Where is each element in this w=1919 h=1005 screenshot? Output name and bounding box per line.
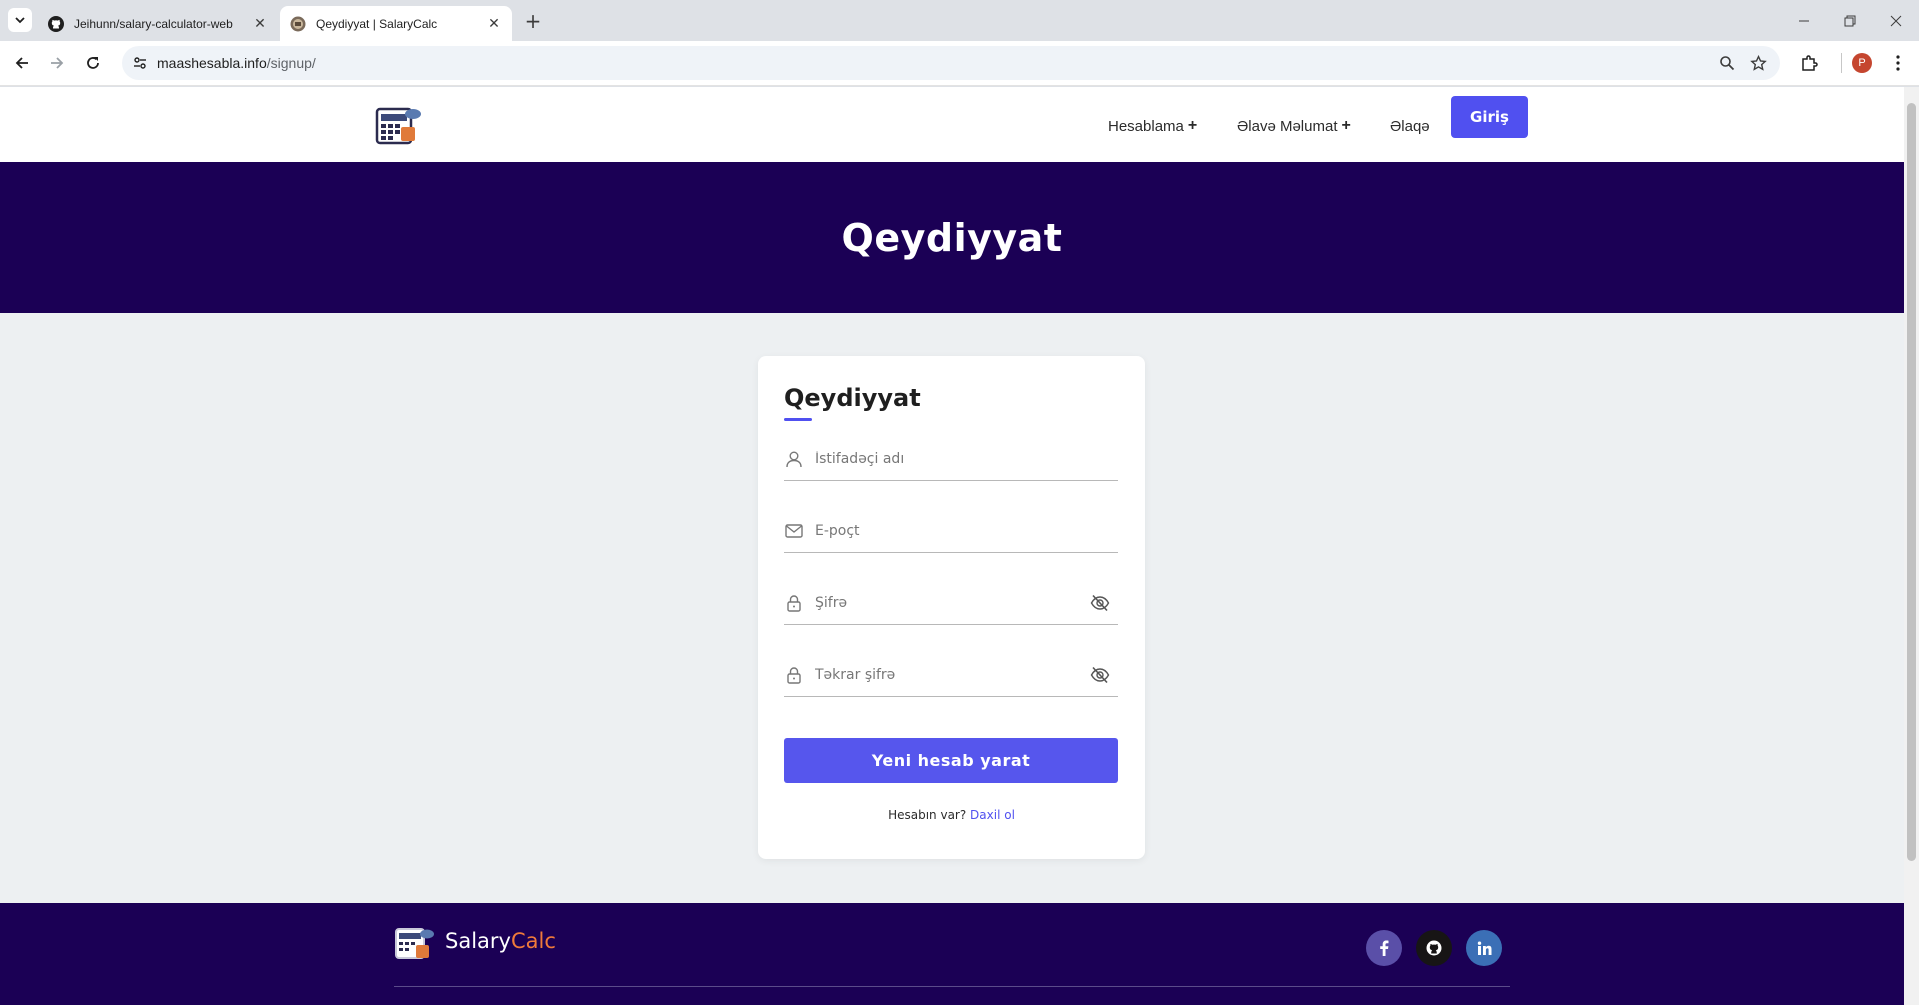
username-field <box>784 437 1118 481</box>
create-account-button[interactable]: Yeni hesab yarat <box>784 738 1118 783</box>
url-path: /signup/ <box>266 55 316 71</box>
chevron-down-icon <box>15 17 25 24</box>
username-input[interactable] <box>815 445 1075 473</box>
minimize-icon <box>1799 20 1809 21</box>
footer-divider <box>394 986 1510 987</box>
salarycalc-favicon <box>290 16 306 31</box>
tab-salarycalc[interactable]: Qeydiyyat | SalaryCalc ✕ <box>280 6 512 41</box>
have-account-line: Hesabın var? Daxil ol <box>758 808 1145 822</box>
site-header: Hesablama + Əlavə Məlumat + Əlaqə Giriş <box>0 87 1904 162</box>
github-icon <box>1426 940 1442 956</box>
plus-icon: + <box>1187 117 1198 134</box>
eye-off-icon[interactable] <box>1090 665 1110 685</box>
title-underline <box>784 418 812 421</box>
close-tab-icon[interactable]: ✕ <box>486 15 502 32</box>
tab-search-button[interactable] <box>8 8 32 32</box>
site-info-icon[interactable] <box>132 55 148 71</box>
restore-icon <box>1844 15 1856 26</box>
lock-icon <box>784 593 804 613</box>
form-title: Qeydiyyat <box>784 384 921 412</box>
signup-card: Qeydiyyat İstifadəçi adı E-poçt Yeni hes… <box>758 356 1145 859</box>
page-scrollbar[interactable] <box>1904 87 1919 1005</box>
nav-elaqe-label: Əlaqə <box>1390 117 1430 135</box>
restore-button[interactable] <box>1827 0 1873 41</box>
password-field <box>784 581 1118 625</box>
login-link[interactable]: Daxil ol <box>970 808 1015 822</box>
page-hero: Qeydiyyat <box>0 162 1904 313</box>
browser-toolbar: maashesabla.info/signup/ P <box>0 41 1919 86</box>
tab-github[interactable]: Jeihunn/salary-calculator-web ✕ <box>38 6 278 41</box>
extensions-button[interactable] <box>1797 51 1821 75</box>
github-link[interactable] <box>1416 930 1452 966</box>
more-vertical-icon <box>1896 55 1900 71</box>
page-viewport: Hesablama + Əlavə Məlumat + Əlaqə Giriş … <box>0 87 1919 1005</box>
profile-avatar: P <box>1852 53 1872 73</box>
site-footer: SalaryCalc <box>0 903 1904 1005</box>
nav-hesablama[interactable]: Hesablama + <box>1108 105 1197 147</box>
nav-elaqe[interactable]: Əlaqə <box>1390 105 1430 147</box>
bookmark-star-icon[interactable] <box>1749 54 1767 72</box>
user-icon <box>784 449 804 469</box>
tab-title: Qeydiyyat | SalaryCalc <box>316 16 438 31</box>
password-repeat-field <box>784 653 1118 697</box>
puzzle-icon <box>1802 55 1818 71</box>
have-account-text: Hesabın var? <box>888 808 967 822</box>
minimize-button[interactable] <box>1781 0 1827 41</box>
tab-title: Jeihunn/salary-calculator-web <box>74 16 233 31</box>
url-text: maashesabla.info/signup/ <box>157 55 316 71</box>
nav-hesablama-label: Hesablama <box>1108 117 1184 135</box>
nav-elave-melumat[interactable]: Əlavə Məlumat + <box>1237 105 1351 147</box>
browser-menu-button[interactable] <box>1886 51 1910 75</box>
toolbar-separator <box>1841 53 1842 73</box>
close-icon <box>1890 15 1902 26</box>
login-button[interactable]: Giriş <box>1451 96 1528 138</box>
plus-icon: + <box>1341 117 1351 134</box>
brand-main: Salary <box>445 929 511 953</box>
scrollbar-thumb[interactable] <box>1907 103 1916 861</box>
facebook-icon <box>1380 940 1389 956</box>
linkedin-icon <box>1477 941 1491 955</box>
browser-tab-strip: Jeihunn/salary-calculator-web ✕ Qeydiyya… <box>0 0 1919 41</box>
salarycalc-logo[interactable] <box>394 926 436 962</box>
back-button[interactable] <box>10 51 34 75</box>
address-bar[interactable]: maashesabla.info/signup/ <box>122 46 1780 80</box>
close-window-button[interactable] <box>1873 0 1919 41</box>
footer-brand: SalaryCalc <box>445 929 556 953</box>
forward-arrow-icon <box>51 57 64 69</box>
linkedin-link[interactable] <box>1466 930 1502 966</box>
mail-icon <box>784 521 804 541</box>
reload-button[interactable] <box>81 51 105 75</box>
new-tab-button[interactable]: + <box>520 8 546 34</box>
brand-accent: Calc <box>510 929 556 953</box>
zoom-icon[interactable] <box>1718 54 1736 72</box>
lock-icon <box>784 665 804 685</box>
eye-off-icon[interactable] <box>1090 593 1110 613</box>
back-arrow-icon <box>15 57 28 69</box>
nav-elave-melumat-label: Əlavə Məlumat <box>1237 117 1338 135</box>
close-tab-icon[interactable]: ✕ <box>252 15 268 32</box>
email-input[interactable] <box>815 517 1075 545</box>
password-repeat-input[interactable] <box>815 661 1075 689</box>
salarycalc-logo[interactable] <box>375 105 423 147</box>
profile-button[interactable]: P <box>1850 51 1874 75</box>
page-title: Qeydiyyat <box>841 215 1063 260</box>
reload-icon <box>87 57 99 69</box>
github-icon <box>48 15 64 32</box>
forward-button[interactable] <box>45 51 69 75</box>
url-host: maashesabla.info <box>157 55 267 71</box>
facebook-link[interactable] <box>1366 930 1402 966</box>
email-field <box>784 509 1118 553</box>
password-input[interactable] <box>815 589 1075 617</box>
